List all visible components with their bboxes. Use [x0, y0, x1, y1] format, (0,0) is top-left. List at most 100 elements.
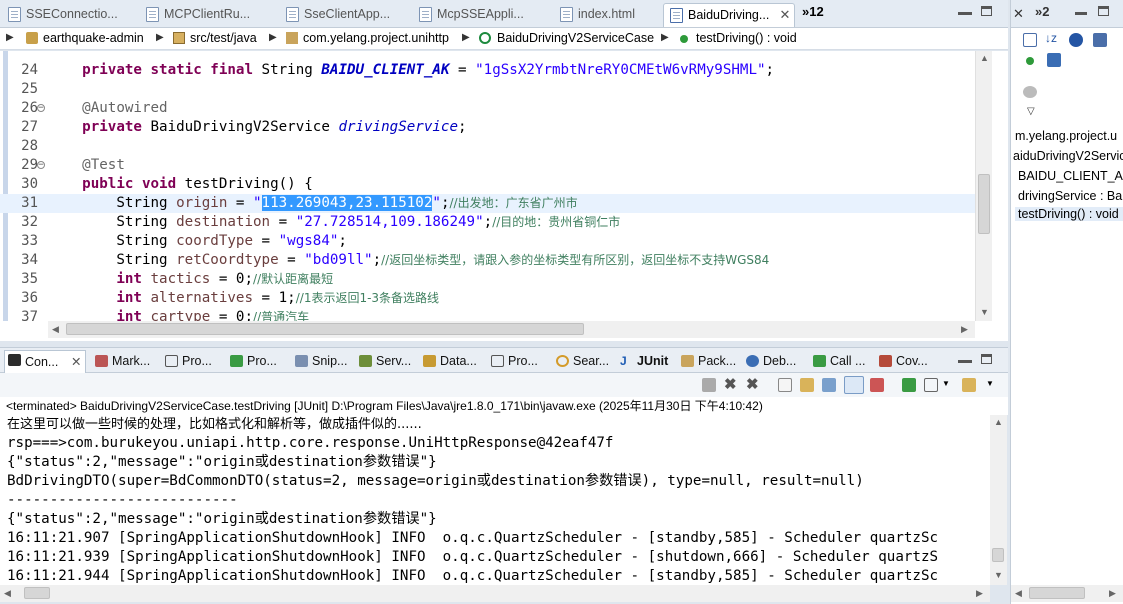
editor-tab-active[interactable]: BaiduDriving... ✕	[663, 3, 795, 27]
code-line[interactable]: 26− @Autowired	[0, 99, 975, 118]
remove-launch-icon[interactable]: ✖	[724, 377, 738, 392]
maximize-icon[interactable]	[981, 354, 992, 364]
close-tab-icon[interactable]: ✕	[71, 351, 81, 373]
scroll-left-icon[interactable]: ◀	[1015, 588, 1022, 599]
code-line[interactable]: 32 String destination = "27.728514,109.1…	[0, 213, 975, 232]
tab-debug[interactable]: Deb...	[743, 352, 796, 372]
word-wrap-icon[interactable]	[822, 378, 836, 392]
terminate-icon[interactable]	[702, 378, 716, 392]
editor-tab[interactable]: index.html	[554, 3, 659, 27]
tab-console[interactable]: Con... ✕	[4, 350, 86, 374]
hide-nonpublic-icon[interactable]	[1026, 57, 1034, 65]
code-line[interactable]: 35 int tactics = 0;//默认距离最短	[0, 270, 975, 289]
tab-data-source[interactable]: Data...	[420, 352, 477, 372]
scroll-thumb[interactable]	[24, 587, 50, 599]
close-icon[interactable]: ✕	[1013, 6, 1024, 22]
editor-tab[interactable]: SseClientApp...	[280, 3, 410, 27]
tab-package-explorer[interactable]: Pack...	[678, 352, 736, 372]
scroll-thumb[interactable]	[1029, 587, 1085, 599]
code-line[interactable]: 24 private static final String BAIDU_CLI…	[0, 61, 975, 80]
fold-toggle-icon[interactable]: −	[37, 104, 45, 113]
clear-console-icon[interactable]	[778, 378, 792, 392]
tab-servers[interactable]: Serv...	[356, 352, 411, 372]
scroll-down-icon[interactable]: ▼	[980, 307, 989, 317]
sort-icon[interactable]: ↓z	[1045, 31, 1057, 45]
hide-local-types-icon[interactable]	[1047, 53, 1061, 67]
tab-progress[interactable]: Pro...	[227, 352, 277, 372]
hide-static-icon[interactable]	[1093, 33, 1107, 47]
outline-horizontal-scrollbar[interactable]: ◀ ▶	[1011, 585, 1123, 602]
tab-overflow-indicator[interactable]: »2	[1035, 4, 1049, 19]
editor-tab[interactable]: SSEConnectio...	[2, 3, 132, 27]
breadcrumb-class[interactable]: BaiduDrivingV2ServiceCase	[497, 31, 654, 45]
remove-all-icon[interactable]: ✖	[746, 377, 760, 392]
fold-toggle-icon[interactable]: −	[37, 161, 45, 170]
pin-console-icon[interactable]	[902, 378, 916, 392]
outline-field[interactable]: drivingService : Ba	[1018, 189, 1122, 203]
tab-search[interactable]: Sear...	[553, 352, 609, 372]
maximize-icon[interactable]	[1098, 6, 1109, 16]
code-line[interactable]: 34 String retCoordtype = "bd09ll";//返回坐标…	[0, 251, 975, 270]
minimize-icon[interactable]	[1075, 12, 1087, 15]
scroll-thumb[interactable]	[978, 174, 990, 234]
view-menu-icon[interactable]: ▽	[1027, 106, 1035, 117]
scroll-right-icon[interactable]: ▶	[976, 588, 983, 599]
code-token: = 0;	[210, 271, 254, 287]
chevron-down-icon[interactable]: ▼	[986, 379, 994, 388]
hide-fields-icon[interactable]	[1069, 33, 1083, 47]
editor-tab[interactable]: MCPClientRu...	[140, 3, 270, 27]
console-horizontal-scrollbar[interactable]: ◀ ▶	[0, 585, 990, 602]
scroll-up-icon[interactable]: ▲	[994, 417, 1003, 427]
breadcrumb-package[interactable]: com.yelang.project.unihttp	[303, 31, 449, 45]
tab-problems[interactable]: Pro...	[488, 352, 538, 372]
tab-snippets[interactable]: Snip...	[292, 352, 347, 372]
show-console-on-output-icon[interactable]	[844, 376, 864, 394]
scroll-thumb[interactable]	[992, 548, 1004, 562]
breadcrumb-folder[interactable]: src/test/java	[190, 31, 257, 45]
tab-properties[interactable]: Pro...	[162, 352, 212, 372]
tab-overflow-indicator[interactable]: »12	[802, 4, 824, 19]
tab-call-hierarchy[interactable]: Call ...	[810, 352, 865, 372]
console-vertical-scrollbar[interactable]: ▲ ▼	[990, 415, 1007, 585]
display-console-icon[interactable]	[924, 378, 938, 392]
tab-coverage[interactable]: Cov...	[876, 352, 928, 372]
minimize-icon[interactable]	[958, 360, 972, 363]
show-console-on-error-icon[interactable]	[870, 378, 884, 392]
breadcrumb-method[interactable]: testDriving() : void	[696, 31, 797, 45]
code-line[interactable]: 30 public void testDriving() {	[0, 175, 975, 194]
scroll-lock-icon[interactable]	[800, 378, 814, 392]
code-line[interactable]: 36 int alternatives = 1;//1表示返回1-3条备选路线	[0, 289, 975, 308]
scroll-thumb[interactable]	[66, 323, 584, 335]
editor-horizontal-scrollbar[interactable]: ◀ ▶	[48, 321, 975, 338]
scroll-right-icon[interactable]: ▶	[961, 324, 968, 335]
breadcrumb-project[interactable]: earthquake-admin	[43, 31, 144, 45]
scroll-up-icon[interactable]: ▲	[980, 53, 989, 63]
code-line[interactable]: 31 String origin = "113.269043,23.115102…	[0, 194, 975, 213]
code-line[interactable]: 25	[0, 80, 975, 99]
collapse-all-icon[interactable]	[1023, 33, 1037, 47]
outline-class[interactable]: aiduDrivingV2Servic	[1013, 149, 1123, 163]
open-console-icon[interactable]	[962, 378, 976, 392]
code-editor[interactable]: 24 private static final String BAIDU_CLI…	[0, 51, 1008, 341]
editor-vertical-scrollbar[interactable]: ▲ ▼	[975, 51, 992, 321]
code-line[interactable]: 28	[0, 137, 975, 156]
outline-method[interactable]: testDriving() : void	[1015, 207, 1123, 221]
scroll-right-icon[interactable]: ▶	[1109, 588, 1116, 599]
outline-field[interactable]: BAIDU_CLIENT_AK	[1018, 169, 1123, 183]
code-line[interactable]: 33 String coordType = "wgs84";	[0, 232, 975, 251]
code-line[interactable]: 29− @Test	[0, 156, 975, 175]
chevron-down-icon[interactable]: ▼	[942, 379, 950, 388]
tab-markers[interactable]: Mark...	[92, 352, 150, 372]
maximize-icon[interactable]	[981, 6, 992, 16]
editor-tab[interactable]: McpSSEAppli...	[413, 3, 543, 27]
link-with-editor-icon[interactable]	[1023, 86, 1037, 98]
scroll-left-icon[interactable]: ◀	[52, 324, 59, 335]
outline-package[interactable]: m.yelang.project.u	[1015, 129, 1117, 143]
console-output[interactable]: 在这里可以做一些时候的处理，比如格式化和解析等，做成插件似的...... rsp=…	[0, 415, 992, 585]
minimize-icon[interactable]	[958, 12, 972, 15]
close-tab-icon[interactable]: ✕	[778, 4, 792, 26]
scroll-left-icon[interactable]: ◀	[4, 588, 11, 599]
code-line[interactable]: 27 private BaiduDrivingV2Service driving…	[0, 118, 975, 137]
tab-junit[interactable]: J JUnit	[617, 352, 668, 372]
scroll-down-icon[interactable]: ▼	[994, 570, 1003, 580]
